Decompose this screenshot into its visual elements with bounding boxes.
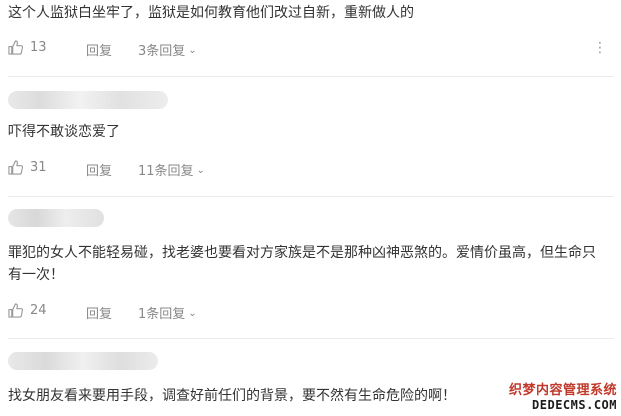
replies-count: 1条回复 [138, 307, 186, 322]
reply-button[interactable]: 回复 [86, 40, 112, 59]
comment-text: 这个人监狱白坐牢了，监狱是如何教育他们改过自新，重新做人的 [8, 5, 414, 21]
reply-button[interactable]: 回复 [86, 160, 112, 179]
reply-button[interactable]: 回复 [86, 303, 112, 322]
view-replies-button[interactable]: 11条回复 ⌄ [138, 160, 205, 179]
username-blurred [8, 90, 168, 110]
separator [8, 76, 614, 77]
comment-actions: 13 回复 3条回复 ⌄ ⋮ [0, 40, 621, 60]
more-options-icon[interactable]: ⋮ [593, 40, 607, 56]
like-count: 13 [30, 40, 47, 55]
username-blurred [8, 351, 158, 371]
view-replies-button[interactable]: 3条回复 ⌄ [138, 40, 197, 59]
comment-text: 罪犯的女人不能轻易碰，找老婆也要看对方家族是不是那种凶神恶煞的。爱情价虽高，但生… [8, 245, 596, 283]
chevron-down-icon: ⌄ [196, 165, 205, 176]
replies-count: 3条回复 [138, 44, 186, 59]
thumbs-up-icon [8, 303, 23, 318]
like-count: 31 [30, 160, 47, 175]
separator [8, 338, 614, 339]
thumbs-up-icon [8, 40, 23, 55]
like-count: 24 [30, 303, 47, 318]
like-button[interactable]: 13 [8, 40, 47, 55]
separator [8, 196, 614, 197]
thumbs-up-icon [8, 160, 23, 175]
avatar [8, 91, 168, 109]
comment-text: 找女朋友看来要用手段，调查好前任们的背景，要不然有生命危险的啊！ [8, 388, 456, 404]
watermark: 织梦内容管理系统 DEDECMS.COM [509, 379, 617, 412]
view-replies-button[interactable]: 1条回复 ⌄ [138, 303, 197, 322]
like-button[interactable]: 31 [8, 160, 47, 175]
chevron-down-icon: ⌄ [188, 45, 197, 56]
watermark-domain: DEDECMS.COM [532, 398, 617, 412]
comment-actions: 31 回复 11条回复 ⌄ [0, 160, 621, 180]
replies-count: 11条回复 [138, 164, 194, 179]
watermark-title: 织梦内容管理系统 [508, 383, 617, 398]
avatar [8, 209, 104, 227]
comment-actions: 24 回复 1条回复 ⌄ [0, 303, 621, 323]
like-button[interactable]: 24 [8, 303, 47, 318]
avatar [8, 352, 158, 370]
comment-text: 吓得不敢谈恋爱了 [8, 124, 120, 140]
username-blurred [8, 208, 104, 228]
chevron-down-icon: ⌄ [188, 308, 197, 319]
